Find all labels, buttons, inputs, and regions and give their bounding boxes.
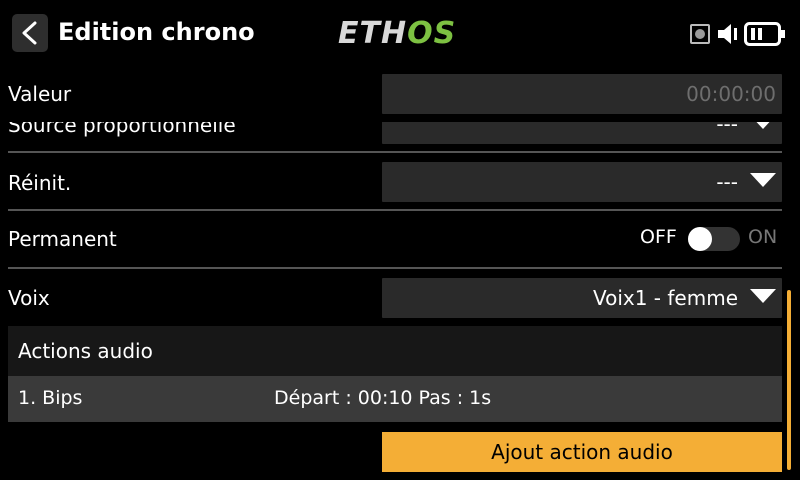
- title-bar: Edition chrono ETHOS: [0, 0, 800, 64]
- logo-part-1: ETH: [338, 16, 408, 51]
- back-icon: [22, 21, 37, 45]
- separator: [8, 209, 782, 211]
- chevron-down-icon: [750, 173, 776, 187]
- voix-label: Voix: [8, 286, 50, 310]
- audio-action-row[interactable]: 1. Bips Départ : 00:10 Pas : 1s: [8, 376, 782, 422]
- page-title: Edition chrono: [58, 18, 255, 46]
- speaker-icon: [718, 24, 737, 44]
- voix-dropdown[interactable]: Voix1 - femme: [382, 278, 782, 318]
- back-button[interactable]: [12, 14, 48, 52]
- logo-part-2: OS: [407, 16, 457, 51]
- reinit-dropdown[interactable]: ---: [382, 162, 782, 202]
- reinit-value: ---: [716, 170, 738, 194]
- add-audio-action-button[interactable]: Ajout action audio: [382, 432, 782, 472]
- valeur-label: Valeur: [8, 82, 72, 106]
- scrollbar[interactable]: [787, 290, 791, 470]
- record-icon: [690, 24, 710, 44]
- audio-action-detail: Départ : 00:10 Pas : 1s: [274, 387, 492, 409]
- valeur-field[interactable]: 00:00:00: [382, 74, 782, 114]
- toggle-off-label: OFF: [640, 226, 677, 248]
- permanent-label: Permanent: [8, 227, 117, 251]
- toggle-on-label: ON: [748, 226, 778, 248]
- permanent-toggle[interactable]: OFF ON: [640, 224, 790, 254]
- content-area: Source proportionnelle --- Valeur 00:00:…: [0, 64, 800, 480]
- separator: [8, 151, 782, 153]
- voix-value: Voix1 - femme: [592, 286, 738, 310]
- toggle-knob[interactable]: [688, 227, 712, 251]
- ethos-logo: ETHOS: [338, 18, 456, 50]
- toggle-track[interactable]: [688, 227, 740, 251]
- battery-icon: [744, 22, 785, 46]
- separator: [8, 267, 782, 269]
- chevron-down-icon: [750, 289, 776, 303]
- reinit-label: Réinit.: [8, 171, 72, 195]
- audio-action-name: 1. Bips: [18, 387, 83, 409]
- valeur-value: 00:00:00: [686, 82, 776, 106]
- audio-actions-panel: Actions audio 1. Bips Départ : 00:10 Pas…: [8, 326, 782, 422]
- audio-actions-title: Actions audio: [18, 339, 153, 363]
- valeur-row: Valeur 00:00:00: [0, 64, 800, 122]
